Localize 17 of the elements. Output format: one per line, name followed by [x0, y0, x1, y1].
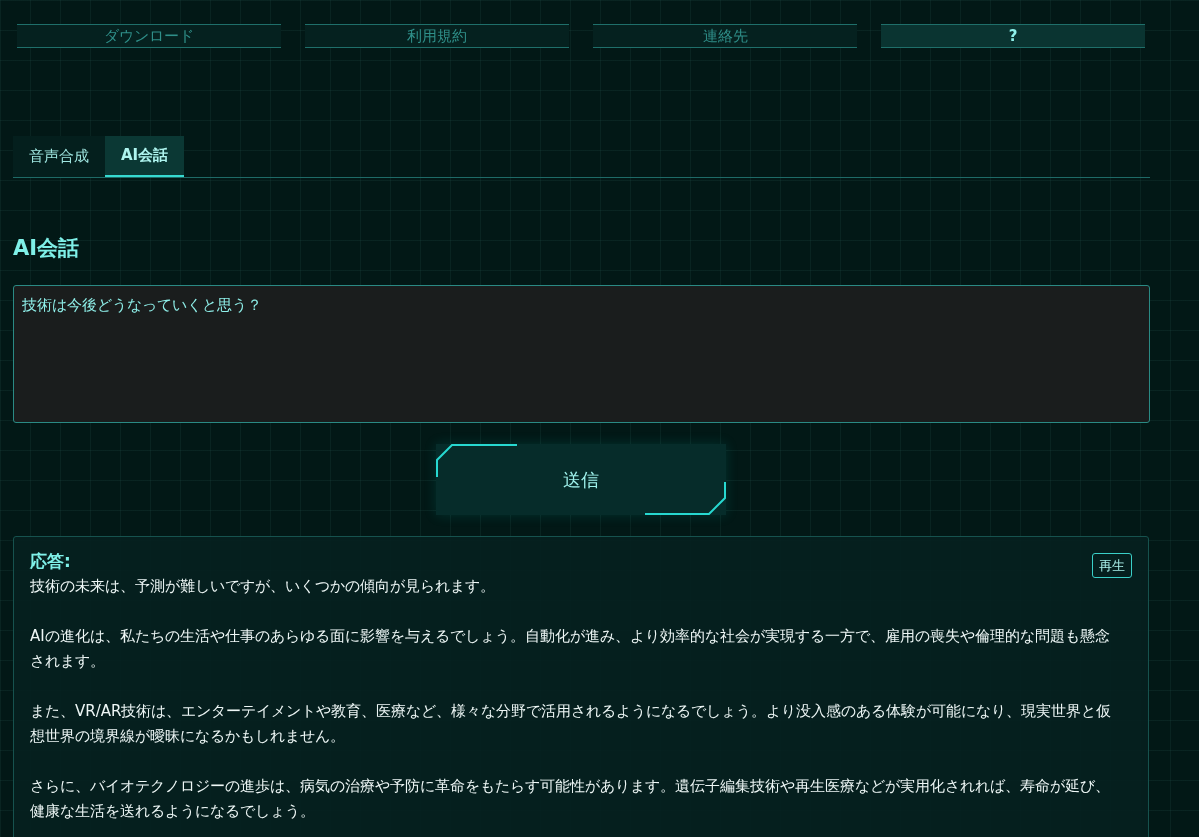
response-label: 応答: [30, 549, 71, 573]
section-heading: AI会話 [13, 235, 80, 262]
corner-bracket-icon [436, 443, 518, 478]
response-paragraph: また、VR/AR技術は、エンターテイメントや教育、医療など、様々な分野で活用されるようになるでしょう。より没入感のある体験が可能になり、現実世界と仮想世界の境界線が曖昧になるかもしれません。 [30, 701, 1113, 747]
response-paragraph: 技術の未来は、予測が難しいですが、いくつかの傾向が見られます。 [30, 576, 496, 597]
nav-button[interactable]: ダウンロード [17, 24, 281, 48]
tab[interactable]: 音声合成 [13, 136, 105, 177]
response-paragraph: さらに、バイオテクノロジーの進歩は、病気の治療や予防に革命をもたらす可能性があります。遺伝子編集技術や再生医療などが実用化されれば、寿命が延び、健康な生活を送れるようになるでしょう。 [30, 776, 1111, 822]
tab[interactable]: AI会話 [105, 136, 185, 177]
response-paragraph: AIの進化は、私たちの生活や仕事のあらゆる面に影響を与えるでしょう。自動化が進み、より効率的な社会が実現する一方で、雇用の喪失や倫理的な問題も懸念されます。 [30, 626, 1111, 672]
play-button[interactable]: 再生 [1092, 552, 1132, 578]
nav-button[interactable]: 利用規約 [305, 24, 569, 48]
message-input[interactable]: 技術は今後どうなっていくと思う？ [13, 284, 1150, 423]
nav-button[interactable]: ? [881, 24, 1145, 48]
nav-button[interactable]: 連絡先 [593, 24, 857, 48]
send-button[interactable]: 送信 [436, 443, 726, 515]
corner-bracket-icon [644, 480, 726, 515]
